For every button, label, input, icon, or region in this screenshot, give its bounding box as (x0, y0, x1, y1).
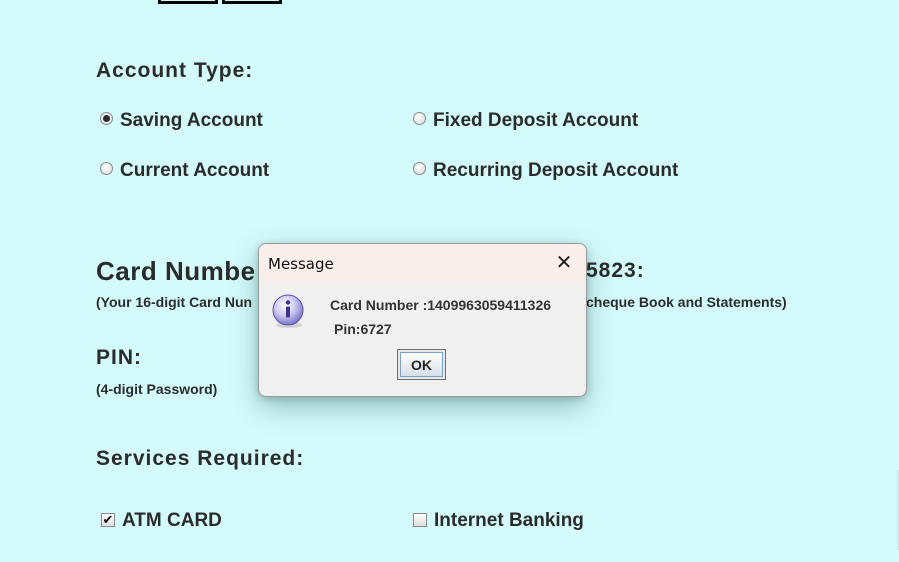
message-dialog: Message ✕ Card Number :1409963059411326 … (258, 243, 587, 397)
top-button-left[interactable] (158, 0, 218, 4)
radio-recurring-deposit-account[interactable]: Recurring Deposit Account (413, 160, 678, 182)
pin-note: (4-digit Password) (96, 381, 218, 397)
card-number-heading: Card Numbe (96, 256, 256, 286)
close-icon[interactable]: ✕ (554, 252, 574, 272)
checkbox-internet-banking[interactable]: Internet Banking (413, 510, 584, 532)
application-window: Account Type: Saving Account Fixed Depos… (0, 0, 899, 562)
ok-button[interactable]: OK (397, 349, 446, 380)
radio-button[interactable] (100, 162, 113, 175)
radio-button[interactable] (413, 112, 426, 125)
card-number-side-note: cheque Book and Statements) (586, 294, 787, 310)
radio-fixed-deposit-account[interactable]: Fixed Deposit Account (413, 110, 638, 132)
top-button-right[interactable] (222, 0, 282, 4)
radio-button[interactable] (413, 162, 426, 175)
checkbox[interactable] (413, 512, 427, 527)
radio-current-account[interactable]: Current Account (100, 160, 269, 182)
dialog-title: Message (268, 255, 334, 273)
radio-label: Fixed Deposit Account (433, 110, 639, 131)
card-number-note: (Your 16-digit Card Nun (96, 294, 253, 310)
radio-label: Recurring Deposit Account (433, 160, 679, 181)
checkbox[interactable]: ✔ (101, 512, 115, 527)
account-type-heading: Account Type: (96, 59, 254, 82)
pin-heading: PIN: (96, 346, 142, 369)
checkbox-label: Internet Banking (434, 510, 584, 531)
checkbox-label: ATM CARD (122, 510, 222, 531)
checkbox-atm-card[interactable]: ✔ ATM CARD (101, 510, 222, 532)
ok-button-label: OK (400, 352, 443, 377)
card-number-value: 5823: (586, 259, 645, 282)
radio-label: Current Account (120, 160, 270, 181)
dialog-titlebar[interactable]: Message ✕ (259, 244, 586, 282)
radio-label: Saving Account (120, 110, 263, 131)
radio-button[interactable] (100, 112, 113, 125)
message-pin: Pin:6727 (334, 321, 392, 337)
message-card-number: Card Number :1409963059411326 (330, 297, 552, 313)
services-heading: Services Required: (96, 447, 305, 470)
radio-saving-account[interactable]: Saving Account (100, 110, 263, 132)
info-icon (272, 294, 304, 328)
